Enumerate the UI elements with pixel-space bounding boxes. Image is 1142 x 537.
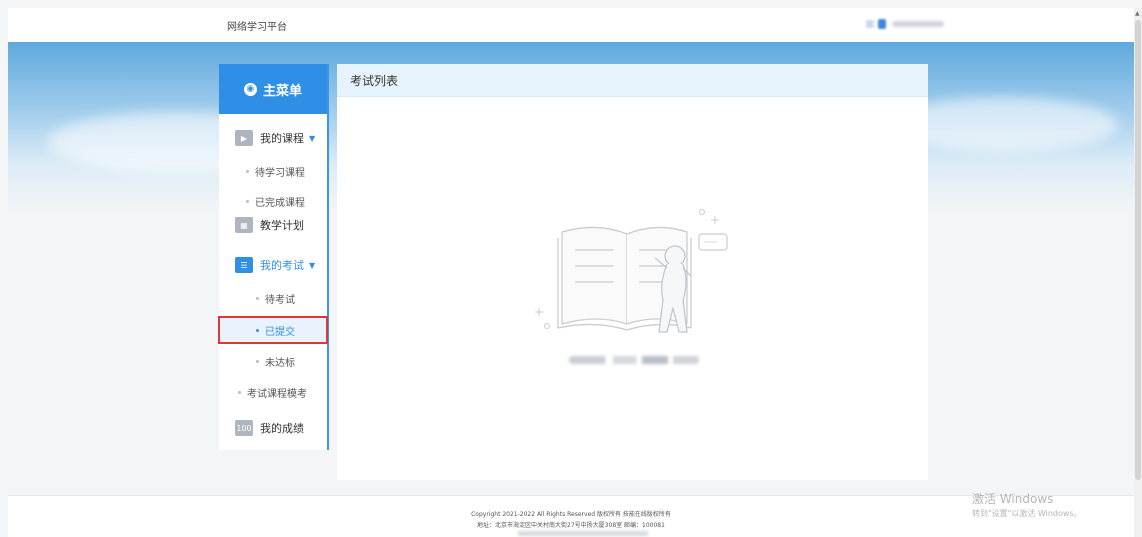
- main-content: 考试列表: [337, 64, 928, 480]
- video-icon: ▶: [235, 130, 253, 146]
- page-footer: Copyright 2021-2022 All Rights Reserved …: [8, 495, 1134, 537]
- bullet-icon: [256, 359, 259, 363]
- watermark-subtitle: 转到"设置"以激活 Windows。: [972, 509, 1082, 518]
- bullet-icon: [256, 328, 259, 332]
- empty-state-text-blurred: [569, 356, 699, 364]
- sidebar-item-label: 我的考试: [260, 259, 304, 272]
- main-menu-header: ◉ 主菜单: [219, 64, 327, 114]
- vertical-scrollbar[interactable]: ▲: [1134, 8, 1142, 537]
- calendar-icon: ▦: [235, 217, 253, 233]
- bullet-icon: [246, 199, 249, 203]
- sidebar-item-label: 我的课程: [260, 132, 304, 145]
- sidebar-item-label: 我的成绩: [260, 422, 304, 435]
- menu-logo-icon: ◉: [243, 82, 257, 96]
- page-title-bar: 考试列表: [337, 64, 928, 97]
- sidebar-item-teaching-plan[interactable]: ▦ 教学计划: [219, 210, 327, 240]
- sidebar-subitem-submitted[interactable]: 已提交: [218, 316, 328, 344]
- sidebar-item-my-courses[interactable]: ▶ 我的课程 ▼: [219, 123, 327, 153]
- exam-icon: ☰: [235, 257, 253, 273]
- sidebar-item-label: 教学计划: [260, 219, 304, 232]
- bullet-icon: [246, 169, 249, 173]
- subitem-label: 待学习课程: [255, 167, 305, 179]
- top-header: 网络学习平台: [8, 8, 1134, 43]
- chevron-down-icon: ▼: [309, 260, 316, 270]
- footer-address: 地址：北京市海淀区中关村南大街27号中扬大厦308室 邮编：100081: [477, 522, 665, 529]
- sidebar-subitem-pending-courses[interactable]: 待学习课程: [219, 159, 327, 183]
- chevron-down-icon: ▼: [309, 133, 316, 143]
- windows-activation-watermark: 激活 Windows 转到"设置"以激活 Windows。: [972, 490, 1082, 519]
- footer-extra-blurred: [518, 531, 648, 536]
- sidebar-subitem-not-passed[interactable]: 未达标: [219, 349, 327, 373]
- site-brand[interactable]: 网络学习平台: [227, 18, 287, 33]
- subitem-label: 待考试: [265, 294, 295, 306]
- empty-state-illustration: [535, 209, 728, 333]
- sidebar-item-my-scores[interactable]: 100 我的成绩: [219, 413, 327, 443]
- scrollbar-thumb[interactable]: [1135, 20, 1141, 480]
- user-info-blurred[interactable]: [866, 19, 948, 29]
- watermark-title: 激活 Windows: [972, 492, 1054, 506]
- sidebar-subitem-mock-exam[interactable]: 考试课程模考: [219, 380, 327, 404]
- sidebar-item-my-exams[interactable]: ☰ 我的考试 ▼: [219, 250, 327, 280]
- main-menu-title: 主菜单: [262, 83, 302, 99]
- sidebar: ◉ 主菜单 ▶ 我的课程 ▼ 待学习课程 已完成课程 ▦ 教学计划 ☰ 我的考试…: [218, 64, 329, 450]
- footer-copyright: Copyright 2021-2022 All Rights Reserved …: [471, 511, 671, 518]
- app-window: 网络学习平台 ◉ 主菜单 ▶ 我的课程 ▼ 待学习课程 已完成课程 ▦ 教学计划…: [0, 0, 1142, 537]
- subitem-label: 已提交: [265, 326, 295, 338]
- page-title: 考试列表: [350, 73, 399, 88]
- subitem-label: 已完成课程: [255, 197, 305, 209]
- bullet-icon: [238, 390, 241, 394]
- bullet-icon: [256, 296, 259, 300]
- scroll-up-icon[interactable]: ▲: [1135, 10, 1140, 17]
- sidebar-subitem-pending-exams[interactable]: 待考试: [219, 286, 327, 310]
- subitem-label: 未达标: [265, 357, 295, 369]
- score-icon: 100: [235, 420, 253, 436]
- subitem-label: 考试课程模考: [247, 388, 307, 400]
